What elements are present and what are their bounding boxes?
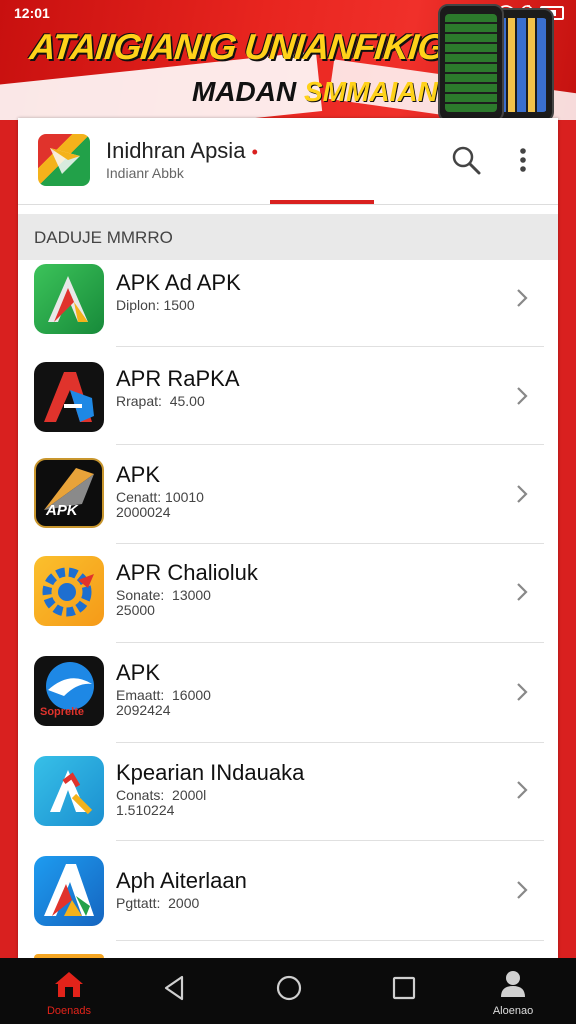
app-meta: Pgttatt: 2000 — [116, 895, 200, 911]
green-a-icon — [34, 264, 104, 334]
app-title: Inidhran Apsia • — [106, 138, 258, 164]
bottom-nav-bar: Doenads Aloenao — [0, 958, 576, 1024]
divider — [116, 346, 544, 347]
divider — [116, 840, 544, 841]
list-item[interactable]: APR Chalioluk Sonate: 13000 25000 — [18, 544, 558, 643]
nav-home-label: Doenads — [46, 1005, 92, 1017]
list-item[interactable]: Soprelte APK Emaatt: 16000 2092424 — [18, 642, 558, 743]
app-meta: Conats: 2000l 1.510224 — [116, 787, 207, 818]
app-header: Inidhran Apsia • Indianr Abbk — [18, 118, 558, 205]
app-name: APK — [116, 462, 161, 487]
icon-label: APK — [46, 502, 78, 519]
app-meta: Rrapat: 45.00 — [116, 393, 205, 409]
app-logo-icon — [38, 134, 90, 186]
list-item[interactable]: APK Ad APK Diplon: 1500 — [18, 260, 558, 348]
promo-banner[interactable]: 12:01 ATAIIGIANIG UNIANFIKIG MADAN SMMAI… — [0, 0, 576, 120]
blue-a-icon — [34, 856, 104, 926]
more-vert-icon — [520, 148, 526, 172]
tab-indicator — [270, 200, 374, 204]
icon-label: Soprelte — [40, 706, 85, 718]
app-meta: Emaatt: 16000 2092424 — [116, 687, 211, 718]
section-header: DADUJE MMRRO — [18, 214, 558, 260]
banner-subheadline-part1: MADAN — [192, 76, 304, 107]
list-item[interactable]: APK APK Cenatt: 10010 2000024 — [18, 446, 558, 544]
title-mark: • — [251, 142, 258, 162]
banner-headline: ATAIIGIANIG UNIANFIKIG — [27, 26, 447, 67]
list-item[interactable]: Aph Aiterlaan Pgttatt: 2000 — [18, 842, 558, 942]
nav-profile-button[interactable]: Aloenao — [480, 968, 546, 1020]
app-name: Aph Aiterlaan — [116, 868, 247, 893]
person-icon — [501, 971, 525, 997]
chevron-right-icon — [517, 881, 528, 899]
chevron-right-icon — [517, 289, 528, 307]
app-meta: Cenatt: 10010 2000024 — [116, 489, 204, 520]
chevron-right-icon — [517, 387, 528, 405]
app-name: APK Ad APK — [116, 270, 241, 295]
home-icon — [55, 972, 83, 997]
phone-icon — [438, 4, 504, 120]
search-icon — [452, 146, 481, 175]
nav-home-button[interactable]: Doenads — [36, 970, 102, 1020]
app-name: Kpearian INdauaka — [116, 760, 305, 785]
main-card: Inidhran Apsia • Indianr Abbk DADUJE MMR… — [18, 118, 558, 958]
square-icon — [392, 976, 416, 1000]
app-name: APK — [116, 660, 161, 685]
tools-a-icon — [34, 756, 104, 826]
nav-profile-label: Aloenao — [492, 1005, 534, 1017]
app-name: APR Chalioluk — [116, 560, 258, 585]
list-item[interactable] — [18, 942, 558, 958]
app-list: APK Ad APK Diplon: 1500 APR RaPKA Rrapat… — [18, 260, 558, 958]
app-meta: Sonate: 13000 25000 — [116, 587, 211, 618]
list-item[interactable]: Kpearian INdauaka Conats: 2000l 1.510224 — [18, 742, 558, 842]
chevron-right-icon — [517, 583, 528, 601]
nav-back-button[interactable] — [160, 973, 190, 1003]
red-a-icon — [34, 362, 104, 432]
circle-icon — [276, 975, 302, 1001]
chevron-right-icon — [517, 485, 528, 503]
section-title: DADUJE MMRRO — [34, 228, 173, 247]
back-triangle-icon — [164, 975, 184, 1001]
search-button[interactable] — [446, 140, 486, 180]
yellow-gear-icon — [34, 556, 104, 626]
app-name: APR RaPKA — [116, 366, 240, 391]
divider — [116, 444, 544, 445]
chevron-right-icon — [517, 781, 528, 799]
more-menu-button[interactable] — [508, 140, 538, 180]
banner-subheadline: MADAN SMMAIAN! — [192, 76, 447, 108]
blue-shark-icon: Soprelte — [34, 656, 104, 726]
list-item[interactable]: APR RaPKA Rrapat: 45.00 — [18, 348, 558, 446]
nav-home-circle-button[interactable] — [274, 973, 304, 1003]
status-time: 12:01 — [14, 5, 50, 21]
nav-recents-button[interactable] — [389, 973, 419, 1003]
phones-image — [426, 2, 562, 120]
dark-apk-icon: APK — [34, 458, 104, 528]
app-meta: Diplon: 1500 — [116, 297, 195, 313]
divider — [116, 940, 544, 941]
app-subtitle: Indianr Abbk — [106, 165, 184, 181]
app-title-text: Inidhran Apsia — [106, 138, 246, 163]
chevron-right-icon — [517, 683, 528, 701]
